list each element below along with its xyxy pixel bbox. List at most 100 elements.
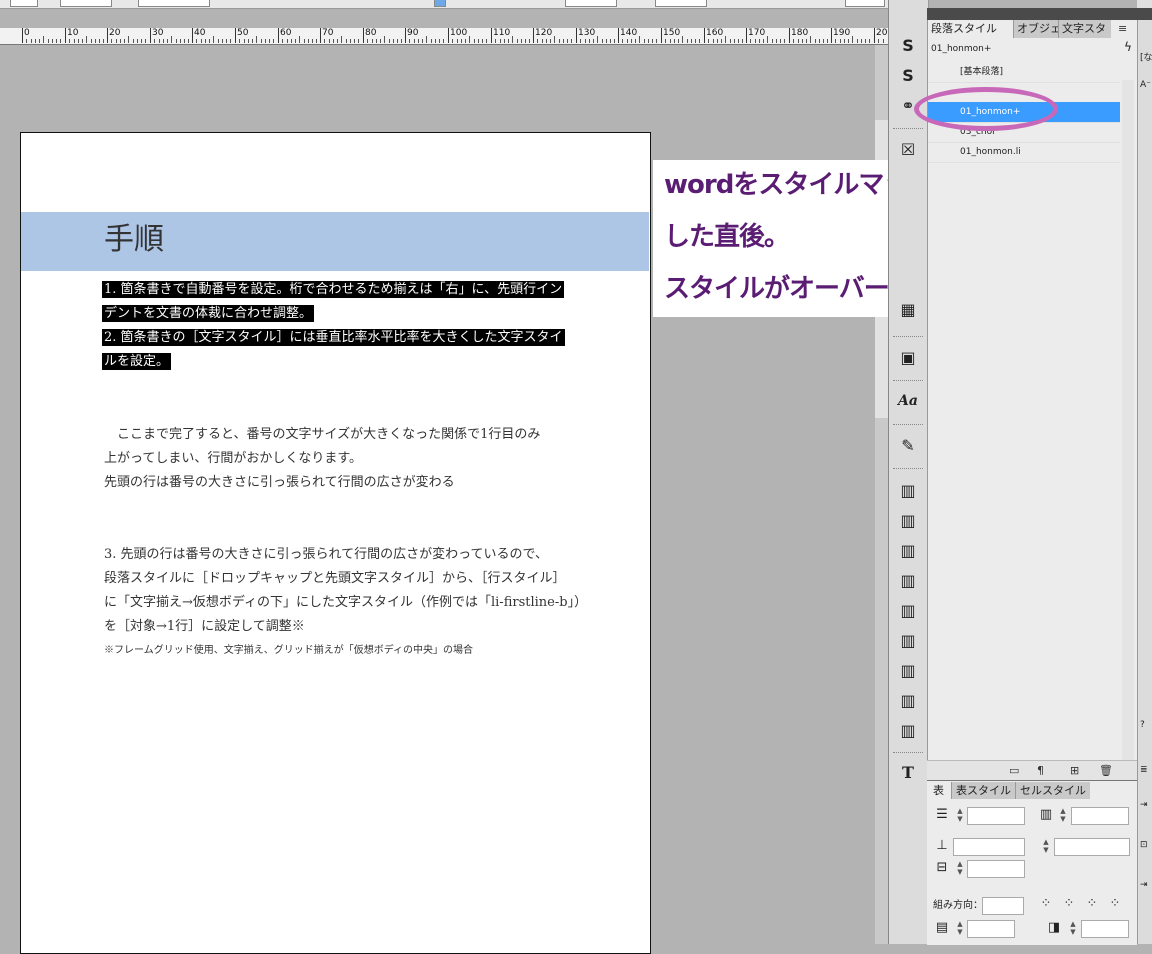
ruler-minor-tick [380,39,381,43]
stepper[interactable]: ▲ ▼ [1042,838,1050,854]
body-line[interactable]: 段落スタイルに［ドロップキャップと先頭文字スタイル］から、［行スタイル］ [104,567,566,591]
panel-icon[interactable]: ⊡ [1140,840,1148,850]
edit-note-icon[interactable]: ✎ [897,436,919,456]
clear-overrides-icon[interactable]: ¶ [1037,764,1044,777]
highlighted-line[interactable]: ルを設定。 [102,353,172,370]
stepper[interactable]: ▲ ▼ [956,860,964,876]
ruler-minor-tick [525,39,526,43]
stepper[interactable]: ▲ ▼ [1059,807,1067,823]
rows-field[interactable] [967,807,1025,825]
book-icon[interactable]: ▥ [897,571,919,591]
book-icon[interactable]: ▥ [897,541,919,561]
stepper[interactable]: ▲ ▼ [956,920,964,936]
book-icon[interactable]: ▥ [897,631,919,651]
col-width-field[interactable] [967,860,1025,878]
book-icon[interactable]: ▥ [897,691,919,711]
ruler-minor-tick [495,39,496,43]
body-line[interactable]: 先頭の行は番号の大きさに引っ張られて行間の広さが変わる [104,471,455,495]
swatch-s-icon[interactable]: S [897,36,919,56]
ruler-major-tick [320,28,321,43]
swatch-s2-icon[interactable]: S [897,66,919,86]
control-field[interactable] [10,0,38,7]
ruler-minor-tick [738,39,739,43]
ruler-minor-tick [815,39,816,43]
ruler-major-tick [65,28,66,43]
panel-scrollbar[interactable] [1122,80,1134,760]
tab-object-styles[interactable]: オブジェ [1013,20,1064,38]
char-styles-aa-icon[interactable]: Aa [897,391,919,411]
delete-icon[interactable]: 🗑 [1099,764,1113,777]
control-field[interactable] [138,0,210,7]
tab-paragraph-styles[interactable]: 段落スタイル [928,20,1018,38]
row-height-field[interactable] [1054,838,1130,856]
highlighted-line[interactable]: デントを文書の体裁に合わせ調整。 [102,305,315,322]
ruler-label: 190 [833,28,851,38]
ruler-label: 20 [109,28,121,38]
inset-field[interactable] [1081,920,1129,938]
panel-menu-icon[interactable]: ≡ [1118,20,1127,38]
image-icon[interactable]: ▦ [897,300,919,320]
ruler-major-tick [405,28,406,43]
panel-icon[interactable]: ≣ [1140,765,1148,775]
control-field[interactable] [845,0,885,7]
footnote[interactable]: ※フレームグリッド使用、文字揃え、グリッド揃えが「仮想ボディの中央」の場合 [104,644,473,658]
ruler-minor-tick [508,39,509,43]
ruler-major-tick [533,28,534,43]
align-grid-icon[interactable]: ⁘ [1108,897,1122,911]
row-height-select[interactable] [953,838,1025,856]
direction-select[interactable] [982,897,1024,915]
frame-icon[interactable]: ☒ [897,140,919,160]
highlighted-line[interactable]: 1. 箇条書きで自動番号を設定。桁で合わせるため揃えは「右」に、先頭行イン [102,281,565,298]
body-line[interactable]: に「文字揃え→仮想ボディの下」にした文字スタイル（作例では「li-firstli… [104,591,587,615]
book-icon[interactable]: ▥ [897,661,919,681]
ruler-minor-tick [205,39,206,43]
tab-cell-styles[interactable]: セルスタイル [1015,782,1090,799]
style-item[interactable]: 01_honmon.li [928,142,1120,163]
inset-field[interactable] [967,920,1015,938]
body-line[interactable]: ここまで完了すると、番号の文字サイズが大きくなった関係で1行目のみ [104,423,540,447]
columns-field[interactable] [1071,807,1129,825]
inset-icon: ◨ [1047,920,1061,935]
stepper[interactable]: ▲ ▼ [1069,920,1077,936]
ruler-minor-tick [209,39,210,43]
ruler-minor-tick [137,39,138,43]
panel-icon[interactable]: ⇥ [1140,800,1148,810]
stepper[interactable]: ▲ ▼ [956,807,964,823]
body-line[interactable]: 3. 先頭の行は番号の大きさに引っ張られて行間の広さが変わっているので、 [104,543,548,567]
ruler-minor-tick [367,39,368,43]
tab-table[interactable]: 表 [929,782,948,799]
control-field[interactable] [565,0,617,7]
ruler-major-tick [192,28,193,43]
panel-icon[interactable]: ⇥ [1140,880,1148,890]
book-icon[interactable]: ▥ [897,481,919,501]
ruler-minor-tick [763,39,764,43]
ruler-minor-tick [256,36,257,43]
ruler-minor-tick [426,36,427,43]
new-style-icon[interactable]: ⊞ [1070,764,1079,777]
align-grid-icon[interactable]: ⁘ [1085,897,1099,911]
book-icon[interactable]: ▥ [897,511,919,531]
tab-table-styles[interactable]: 表スタイル [951,782,1015,799]
control-field[interactable] [655,0,707,7]
body-line[interactable]: を［対象→1行］に設定して調整※ [104,615,305,639]
ruler-minor-tick [517,39,518,43]
body-line[interactable]: 上がってしまい、行間がおかしくなります。 [104,447,362,471]
text-tool-icon[interactable]: T [897,763,919,783]
style-item[interactable]: [基本段落] [928,62,1120,83]
highlighted-line[interactable]: 2. 箇条書きの［文字スタイル］には垂直比率水平比率を大きくした文字スタイ [102,329,565,346]
align-button[interactable] [434,0,446,7]
control-field[interactable] [60,0,112,7]
tab-character-styles[interactable]: 文字スタ [1058,20,1111,38]
page-heading[interactable]: 手順 [104,220,164,260]
ruler-label: 100 [450,28,468,38]
align-grid-icon[interactable]: ⁘ [1062,897,1076,911]
new-group-icon[interactable]: ▭ [1009,764,1019,777]
paragraph-icon[interactable]: ▣ [897,348,919,368]
align-grid-icon[interactable]: ⁘ [1039,897,1053,911]
ruler-minor-tick [35,39,36,43]
ruler-major-tick [746,28,747,43]
ruler-major-tick [235,28,236,43]
book-icon[interactable]: ▥ [897,601,919,621]
book-icon[interactable]: ▥ [897,721,919,741]
lightning-icon[interactable]: ϟ [1124,40,1132,54]
